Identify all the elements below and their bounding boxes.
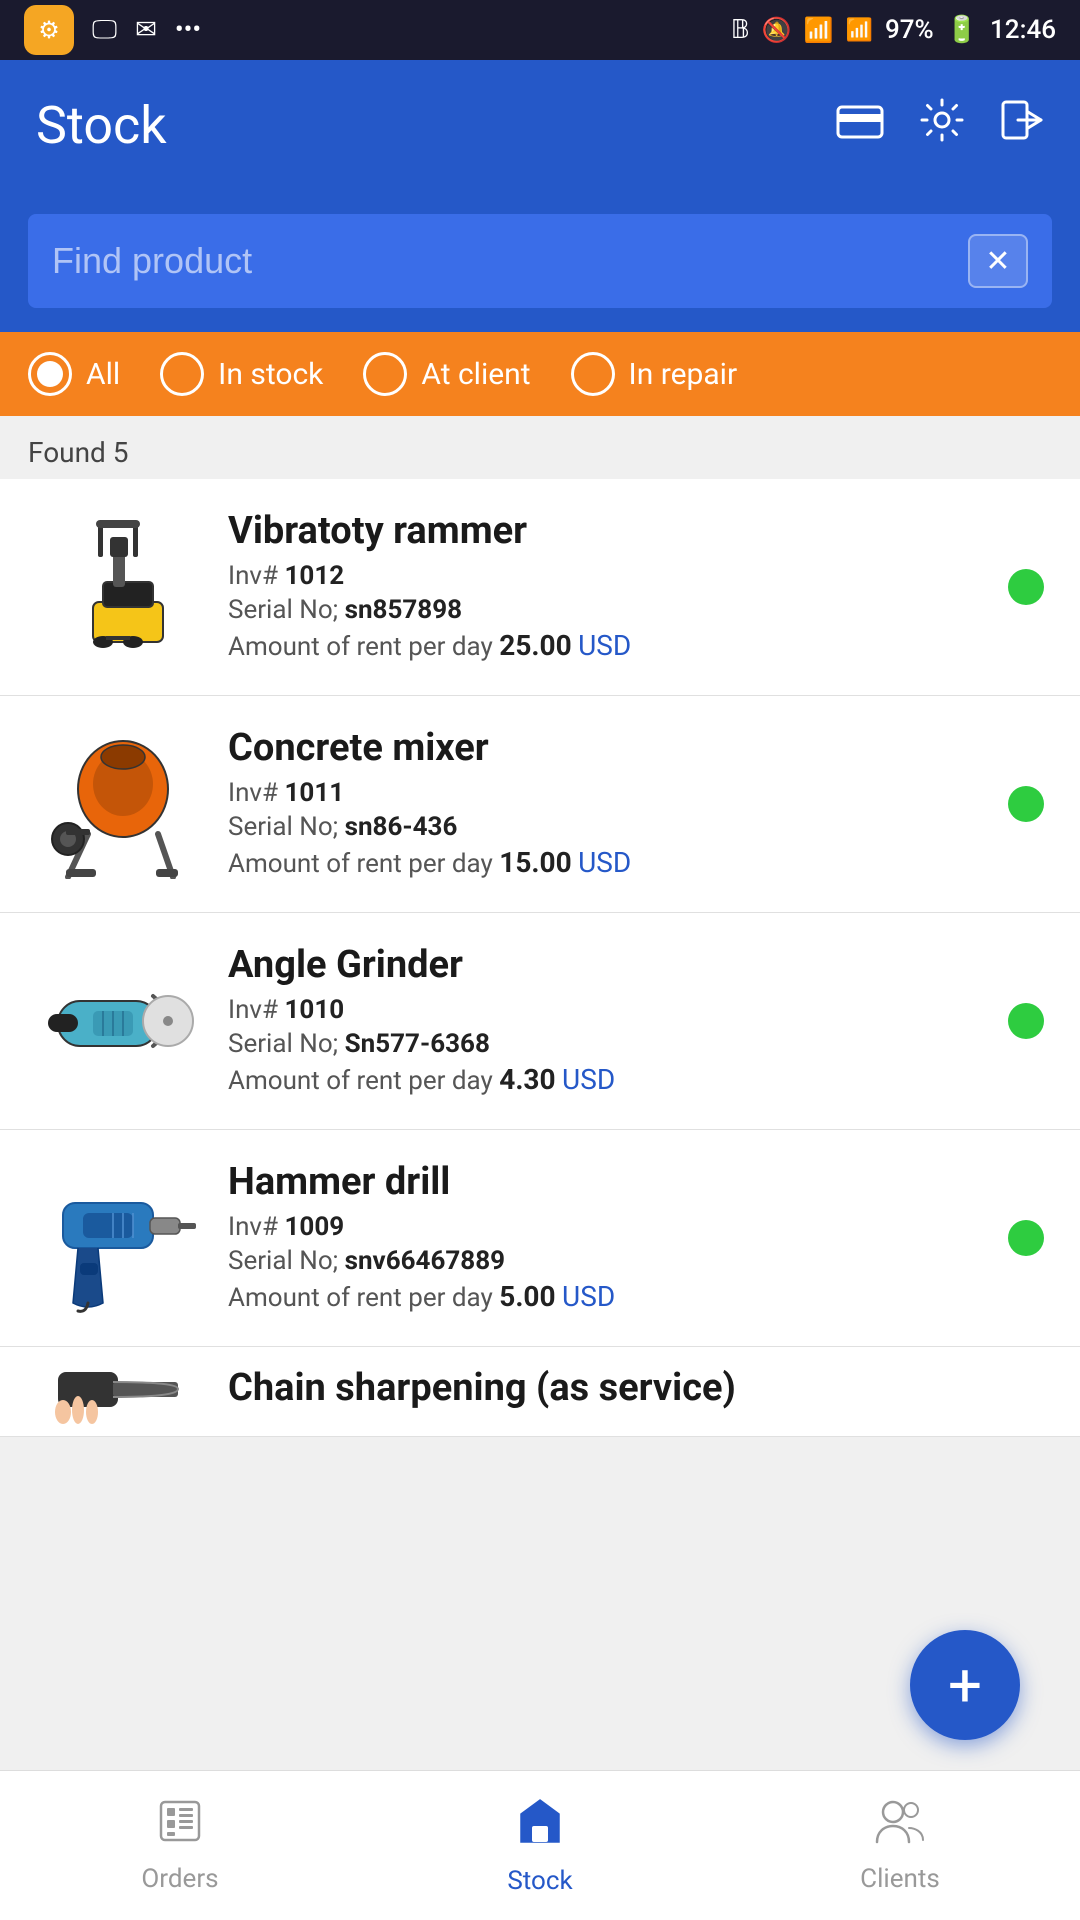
product-serial: Serial No; sn857898: [228, 595, 988, 625]
table-row[interactable]: Concrete mixer Inv# 1011 Serial No; sn86…: [0, 696, 1080, 913]
status-bar-left: ⚙ 🖵 ✉ •••: [24, 5, 201, 55]
search-input[interactable]: [52, 240, 952, 282]
status-dots: •••: [175, 15, 201, 45]
product-price: Amount of rent per day 15.00 USD: [228, 846, 988, 879]
product-serial: Serial No; sn86-436: [228, 812, 988, 842]
status-indicator: [1008, 786, 1044, 822]
nav-stock[interactable]: Stock: [360, 1784, 720, 1908]
filter-all-label: All: [86, 357, 120, 392]
product-name: Concrete mixer: [228, 726, 988, 770]
bottom-navigation: Orders Stock Clients: [0, 1770, 1080, 1920]
product-inv: Inv# 1011: [228, 778, 988, 808]
product-inv: Inv# 1012: [228, 561, 988, 591]
product-name: Angle Grinder: [228, 943, 988, 987]
filter-at-client-label: At client: [421, 357, 530, 392]
page-title: Stock: [36, 95, 167, 156]
product-price: Amount of rent per day 5.00 USD: [228, 1280, 988, 1313]
filter-all[interactable]: All: [28, 352, 120, 396]
product-info-chain: Chain sharpening (as service): [228, 1366, 1052, 1418]
product-info-mixer: Concrete mixer Inv# 1011 Serial No; sn86…: [228, 726, 988, 883]
app-header: Stock: [0, 60, 1080, 190]
status-bar-right: 𝔹 🔕 📶 📶 97% 🔋 12:46: [731, 15, 1056, 45]
search-clear-button[interactable]: ✕: [968, 234, 1028, 288]
clients-icon: [875, 1798, 925, 1856]
product-image-mixer: [28, 724, 208, 884]
app-icon: ⚙: [24, 5, 74, 55]
table-row[interactable]: Vibratoty rammer Inv# 1012 Serial No; sn…: [0, 479, 1080, 696]
filter-bar: All In stock At client In repair: [0, 332, 1080, 416]
product-price: Amount of rent per day 4.30 USD: [228, 1063, 988, 1096]
product-inv: Inv# 1009: [228, 1212, 988, 1242]
product-name: Vibratoty rammer: [228, 509, 988, 553]
product-info-rammer: Vibratoty rammer Inv# 1012 Serial No; sn…: [228, 509, 988, 666]
table-row[interactable]: Hammer drill Inv# 1009 Serial No; snv664…: [0, 1130, 1080, 1347]
orders-icon: [157, 1798, 203, 1856]
signal-icon: 📶: [846, 18, 873, 43]
orders-label: Orders: [141, 1864, 218, 1894]
product-image-drill: [28, 1158, 208, 1318]
product-image-rammer: [28, 507, 208, 667]
wifi-icon: 📶: [804, 16, 834, 44]
settings-icon[interactable]: [920, 98, 964, 152]
product-info-drill: Hammer drill Inv# 1009 Serial No; snv664…: [228, 1160, 988, 1317]
table-row[interactable]: Chain sharpening (as service): [0, 1347, 1080, 1437]
battery-percent: 97%: [885, 15, 934, 45]
status-indicator: [1008, 1220, 1044, 1256]
add-product-button[interactable]: +: [910, 1630, 1020, 1740]
status-bar: ⚙ 🖵 ✉ ••• 𝔹 🔕 📶 📶 97% 🔋 12:46: [0, 0, 1080, 60]
filter-in-repair-label: In repair: [629, 357, 738, 392]
radio-stock-outer: [160, 352, 204, 396]
header-actions: [836, 98, 1044, 152]
logout-icon[interactable]: [1000, 98, 1044, 152]
product-serial: Serial No; snv66467889: [228, 1246, 988, 1276]
status-icon-sim: 🖵: [92, 15, 117, 46]
search-bar: ✕: [28, 214, 1052, 308]
status-indicator: [1008, 569, 1044, 605]
mute-icon: 🔕: [762, 16, 792, 44]
table-row[interactable]: Angle Grinder Inv# 1010 Serial No; Sn577…: [0, 913, 1080, 1130]
search-container: ✕: [0, 190, 1080, 332]
product-inv: Inv# 1010: [228, 995, 988, 1025]
card-icon[interactable]: [836, 101, 884, 149]
status-indicator: [1008, 1003, 1044, 1039]
stock-icon: [515, 1796, 565, 1858]
battery-icon: 🔋: [946, 15, 978, 45]
filter-in-stock-label: In stock: [218, 357, 323, 392]
product-serial: Serial No; Sn577-6368: [228, 1029, 988, 1059]
filter-at-client[interactable]: At client: [363, 352, 530, 396]
stock-label: Stock: [507, 1866, 572, 1896]
product-price: Amount of rent per day 25.00 USD: [228, 629, 988, 662]
radio-client-outer: [363, 352, 407, 396]
product-info-grinder: Angle Grinder Inv# 1010 Serial No; Sn577…: [228, 943, 988, 1100]
nav-clients[interactable]: Clients: [720, 1786, 1080, 1906]
product-list: Vibratoty rammer Inv# 1012 Serial No; sn…: [0, 479, 1080, 1437]
filter-in-repair[interactable]: In repair: [571, 352, 738, 396]
filter-in-stock[interactable]: In stock: [160, 352, 323, 396]
product-name: Hammer drill: [228, 1160, 988, 1204]
product-image-chain: [28, 1347, 208, 1437]
radio-repair-outer: [571, 352, 615, 396]
radio-all-inner: [37, 361, 63, 387]
bluetooth-icon: 𝔹: [731, 15, 750, 45]
clients-label: Clients: [860, 1864, 940, 1894]
product-image-grinder: [28, 941, 208, 1101]
time: 12:46: [990, 15, 1056, 45]
radio-all-outer: [28, 352, 72, 396]
found-count: Found 5: [0, 416, 1080, 479]
product-name: Chain sharpening (as service): [228, 1366, 1052, 1410]
status-icon-mail: ✉: [135, 15, 157, 45]
nav-orders[interactable]: Orders: [0, 1786, 360, 1906]
